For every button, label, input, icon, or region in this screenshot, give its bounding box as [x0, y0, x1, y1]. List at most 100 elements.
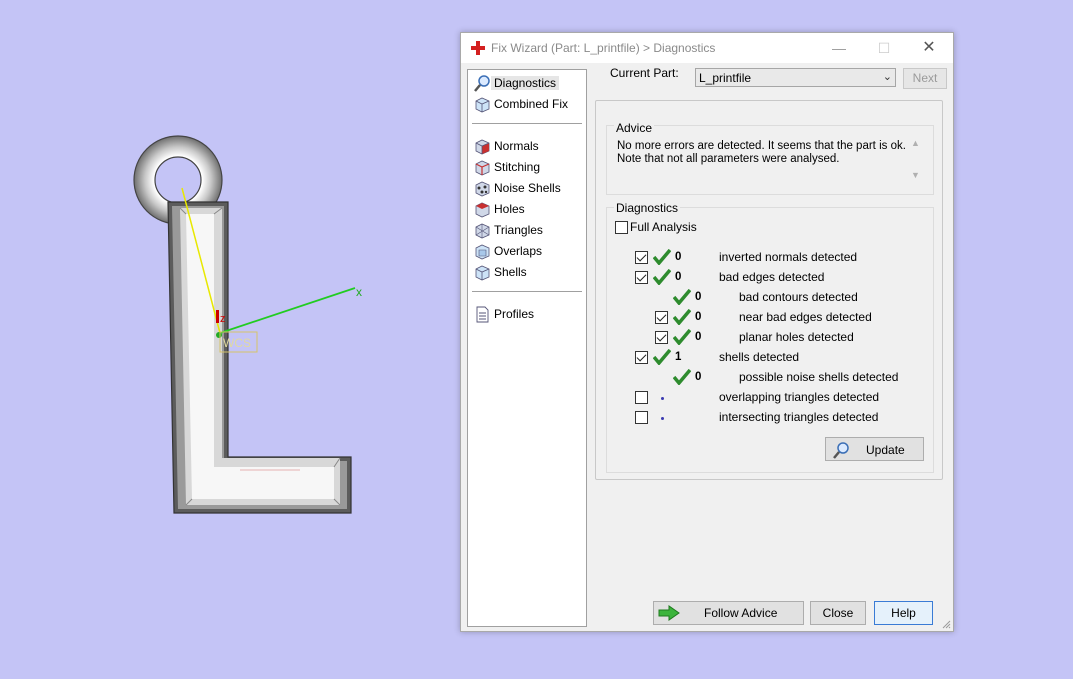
diag-label: overlapping triangles detected: [719, 390, 880, 404]
green-check-icon: [673, 309, 691, 325]
diag-count: 0: [695, 291, 702, 303]
advice-line-1: No more errors are detected. It seems th…: [617, 140, 906, 152]
x-axis-label: x: [356, 285, 362, 299]
3d-viewport[interactable]: x z WCS: [0, 0, 460, 679]
follow-advice-button[interactable]: Follow Advice: [653, 601, 804, 625]
nav-divider: [472, 291, 582, 292]
next-button[interactable]: Next: [903, 68, 947, 89]
diag-count: 0: [675, 271, 682, 283]
diag-count: 0: [695, 331, 702, 343]
z-axis-label: z: [220, 313, 226, 325]
diag-label: bad edges detected: [719, 270, 825, 284]
full-analysis-checkbox[interactable]: [615, 221, 628, 234]
triangles-cube-icon: [475, 223, 490, 239]
fix-wizard-nav: Diagnostics Combined Fix Normals Stitchi…: [467, 69, 587, 627]
shells-checkbox[interactable]: [635, 351, 648, 364]
scroll-up-icon[interactable]: ▲: [911, 138, 920, 148]
nav-item-diagnostics[interactable]: Diagnostics: [472, 74, 582, 93]
nav-item-holes[interactable]: Holes: [472, 200, 582, 219]
current-part-label: Current Part:: [610, 66, 679, 80]
nav-item-overlaps[interactable]: Overlaps: [472, 242, 582, 261]
diag-count: 0: [695, 311, 702, 323]
diag-label: planar holes detected: [739, 330, 854, 344]
title-bar[interactable]: Fix Wizard (Part: L_printfile) > Diagnos…: [461, 33, 953, 63]
diagnostics-title: Diagnostics: [614, 201, 681, 215]
stitching-cube-icon: [475, 160, 490, 176]
window-title: Fix Wizard (Part: L_printfile) > Diagnos…: [491, 41, 716, 55]
chevron-down-icon: ⌄: [882, 71, 892, 83]
scroll-down-icon[interactable]: ▼: [911, 170, 920, 180]
normals-cube-icon: [475, 139, 490, 155]
close-button[interactable]: Close: [810, 601, 866, 625]
l-part-model: x z WCS: [133, 135, 362, 514]
document-icon: [476, 306, 489, 323]
full-analysis-label: Full Analysis: [630, 220, 697, 234]
holes-cube-icon: [475, 202, 490, 218]
green-check-icon: [673, 329, 691, 345]
green-check-icon: [653, 249, 671, 265]
diag-label: possible noise shells detected: [739, 370, 899, 384]
diag-label: intersecting triangles detected: [719, 410, 879, 424]
planar-holes-checkbox[interactable]: [655, 331, 668, 344]
pending-dot-icon: [661, 417, 664, 420]
advice-title: Advice: [614, 121, 655, 135]
cube-icon: [475, 97, 490, 113]
nav-item-label: Holes: [494, 202, 525, 216]
near-bad-edges-checkbox[interactable]: [655, 311, 668, 324]
advice-line-2: Note that not all parameters were analys…: [617, 153, 840, 165]
green-check-icon: [673, 289, 691, 305]
advice-text: No more errors are detected. It seems th…: [617, 140, 907, 166]
letter-l-shape: [167, 201, 352, 514]
nav-item-label: Combined Fix: [494, 97, 569, 111]
diag-label: inverted normals detected: [719, 250, 858, 264]
diag-label: near bad edges detected: [739, 310, 872, 324]
current-part-value: L_printfile: [699, 71, 752, 85]
noise-shells-icon: [475, 181, 490, 197]
overlapping-triangles-checkbox[interactable]: [635, 391, 648, 404]
nav-item-label: Overlaps: [494, 244, 543, 258]
wcs-label: WCS: [223, 336, 251, 350]
bad-edges-checkbox[interactable]: [635, 271, 648, 284]
diag-count: 0: [695, 371, 702, 383]
green-arrow-icon: [658, 605, 680, 621]
magnifier-icon: [833, 442, 849, 459]
shells-cube-icon: [475, 265, 490, 281]
nav-item-stitching[interactable]: Stitching: [472, 158, 582, 177]
green-check-icon: [673, 369, 691, 385]
follow-advice-label: Follow Advice: [704, 606, 778, 620]
diag-label: shells detected: [719, 350, 800, 364]
nav-item-triangles[interactable]: Triangles: [472, 221, 582, 240]
nav-item-label: Noise Shells: [494, 181, 561, 195]
nav-item-profiles[interactable]: Profiles: [472, 305, 582, 324]
fix-wizard-dialog: Fix Wizard (Part: L_printfile) > Diagnos…: [460, 32, 954, 632]
pending-dot-icon: [661, 397, 664, 400]
diag-label: bad contours detected: [739, 290, 858, 304]
origin-marker: [216, 332, 222, 338]
nav-item-noise-shells[interactable]: Noise Shells: [472, 179, 582, 198]
nav-item-shells[interactable]: Shells: [472, 263, 582, 282]
update-label: Update: [866, 443, 905, 457]
update-button[interactable]: Update: [825, 437, 924, 461]
nav-item-label: Profiles: [494, 307, 535, 321]
nav-item-label: Diagnostics: [491, 76, 560, 90]
nav-item-label: Normals: [494, 139, 539, 153]
nav-item-normals[interactable]: Normals: [472, 137, 582, 156]
help-button[interactable]: Help: [874, 601, 933, 625]
close-window-button[interactable]: ✕: [919, 39, 939, 57]
diag-count: 1: [675, 351, 682, 363]
nav-item-combined-fix[interactable]: Combined Fix: [472, 95, 582, 114]
current-part-select[interactable]: L_printfile ⌄: [695, 68, 896, 87]
nav-item-label: Stitching: [494, 160, 541, 174]
inverted-normals-checkbox[interactable]: [635, 251, 648, 264]
resize-grip-icon[interactable]: [941, 619, 951, 629]
maximize-button[interactable]: ☐: [874, 39, 894, 57]
minimize-button[interactable]: —: [829, 39, 849, 57]
x-axis-line: [219, 287, 356, 334]
green-check-icon: [653, 269, 671, 285]
overlaps-cube-icon: [475, 244, 490, 260]
diag-count: 0: [675, 251, 682, 263]
intersecting-triangles-checkbox[interactable]: [635, 411, 648, 424]
nav-divider: [472, 123, 582, 124]
advice-box: No more errors are detected. It seems th…: [606, 125, 934, 195]
red-cross-icon: [471, 41, 485, 55]
